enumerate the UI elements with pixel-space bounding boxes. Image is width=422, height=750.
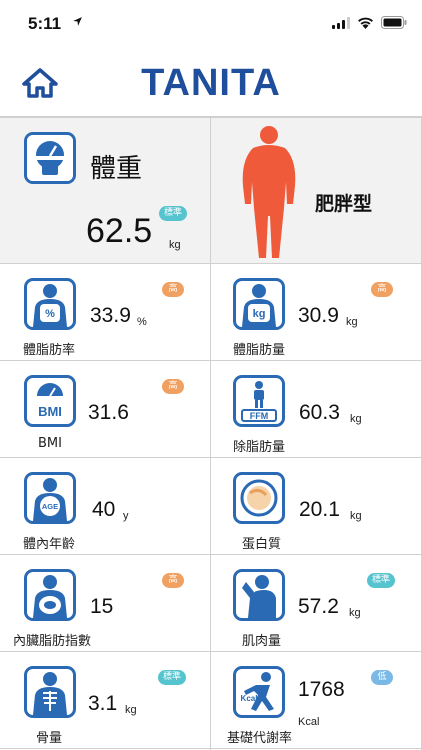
metric-unit: kg — [346, 316, 358, 328]
metric-value: 3.1 — [88, 692, 118, 715]
metric-value: 60.3 — [299, 401, 340, 424]
metric-label: 骨量 — [36, 731, 63, 746]
svg-text:kg: kg — [253, 308, 266, 320]
visceral-fat-icon — [24, 569, 76, 621]
battery-icon — [381, 16, 407, 29]
metric-card-ffm[interactable]: FFM 60.3 kg 除脂肪量 — [211, 361, 422, 458]
metric-card-bone[interactable]: 標準 3.1 kg 骨量 — [0, 652, 211, 749]
metric-value: 20.1 — [299, 498, 340, 521]
metric-label: 體脂肪率 — [23, 343, 76, 358]
metric-value: 40 — [92, 498, 116, 521]
protein-icon — [233, 472, 285, 524]
metric-card-protein[interactable]: 20.1 kg 蛋白質 — [211, 458, 422, 555]
weight-status-badge: 標準 — [159, 206, 188, 221]
metric-card-body-fat[interactable]: % 高 33.9 % 體脂肪率 — [0, 264, 211, 361]
nav-bar: TANITA — [0, 50, 422, 114]
metric-label: BMI — [38, 436, 62, 451]
metric-value: 1768 — [298, 678, 345, 701]
weight-unit: kg — [169, 239, 181, 251]
metric-label: 內臟脂肪指數 — [13, 634, 92, 649]
body-fat-percent-icon: % — [24, 278, 76, 330]
status-bar: 5:11 — [0, 0, 422, 50]
status-badge: 高 — [162, 282, 184, 297]
metrics-grid: 體重 標準 62.5 kg 肥胖型 % 高 33.9 % 體脂肪率 kg 高 3… — [0, 116, 422, 750]
metric-card-fat-mass[interactable]: kg 高 30.9 kg 體脂肪量 — [211, 264, 422, 361]
metric-label: 體內年齡 — [23, 537, 76, 552]
metric-card-bmr[interactable]: Kcal 低 1768 Kcal 基礎代謝率 — [211, 652, 422, 749]
status-time: 5:11 — [28, 14, 62, 33]
metric-value: 57.2 — [298, 595, 339, 618]
metric-unit: kg — [350, 510, 362, 522]
metric-label: 基礎代謝率 — [227, 731, 293, 746]
location-arrow-icon — [73, 17, 82, 26]
fat-mass-kg-icon: kg — [233, 278, 285, 330]
status-badge: 低 — [371, 670, 393, 685]
metric-card-visceral[interactable]: 高 15 內臟脂肪指數 — [0, 555, 211, 652]
metabolic-age-icon: AGE — [24, 472, 76, 524]
metric-value: 31.6 — [88, 401, 129, 424]
bone-mass-icon — [24, 666, 76, 718]
metric-unit: kg — [349, 607, 361, 619]
weight-card[interactable]: 體重 標準 62.5 kg — [0, 118, 211, 264]
status-badge: 高 — [162, 379, 184, 394]
svg-text:BMI: BMI — [38, 404, 62, 419]
metric-unit: y — [123, 510, 129, 522]
body-figure-icon — [242, 126, 296, 258]
svg-text:%: % — [45, 308, 55, 320]
svg-text:FFM: FFM — [250, 411, 269, 421]
metric-unit: kg — [125, 704, 137, 716]
body-type-label: 肥胖型 — [315, 193, 373, 215]
metric-value: 15 — [90, 595, 114, 618]
metric-card-muscle[interactable]: 標準 57.2 kg 肌肉量 — [211, 555, 422, 652]
status-badge: 標準 — [158, 670, 187, 685]
weight-value: 62.5 — [86, 212, 153, 250]
wifi-icon — [358, 17, 373, 29]
ffm-icon: FFM — [233, 375, 285, 427]
metric-unit: Kcal — [298, 716, 320, 728]
metric-value: 30.9 — [298, 304, 339, 327]
cellular-signal-icon — [332, 17, 350, 29]
status-badge: 高 — [162, 573, 184, 588]
metric-unit: kg — [350, 413, 362, 425]
metric-label: 肌肉量 — [242, 634, 282, 649]
svg-text:Kcal: Kcal — [241, 694, 258, 703]
brand-logo: TANITA — [141, 62, 281, 104]
status-badge: 高 — [371, 282, 393, 297]
scale-icon — [24, 132, 76, 184]
metric-label: 體脂肪量 — [233, 343, 286, 358]
metric-card-age[interactable]: AGE 40 y 體內年齡 — [0, 458, 211, 555]
metric-label: 蛋白質 — [242, 537, 282, 552]
metric-card-bmi[interactable]: BMI 高 31.6 BMI — [0, 361, 211, 458]
muscle-mass-icon — [233, 569, 285, 621]
body-type-card[interactable]: 肥胖型 — [211, 118, 422, 264]
metric-unit: % — [137, 316, 147, 328]
metric-value: 33.9 — [90, 304, 131, 327]
bmi-icon: BMI — [24, 375, 76, 427]
svg-text:AGE: AGE — [42, 502, 58, 511]
status-badge: 標準 — [367, 573, 396, 588]
basal-metabolism-icon: Kcal — [233, 666, 285, 718]
weight-label: 體重 — [90, 154, 143, 184]
metric-label: 除脂肪量 — [233, 440, 286, 455]
